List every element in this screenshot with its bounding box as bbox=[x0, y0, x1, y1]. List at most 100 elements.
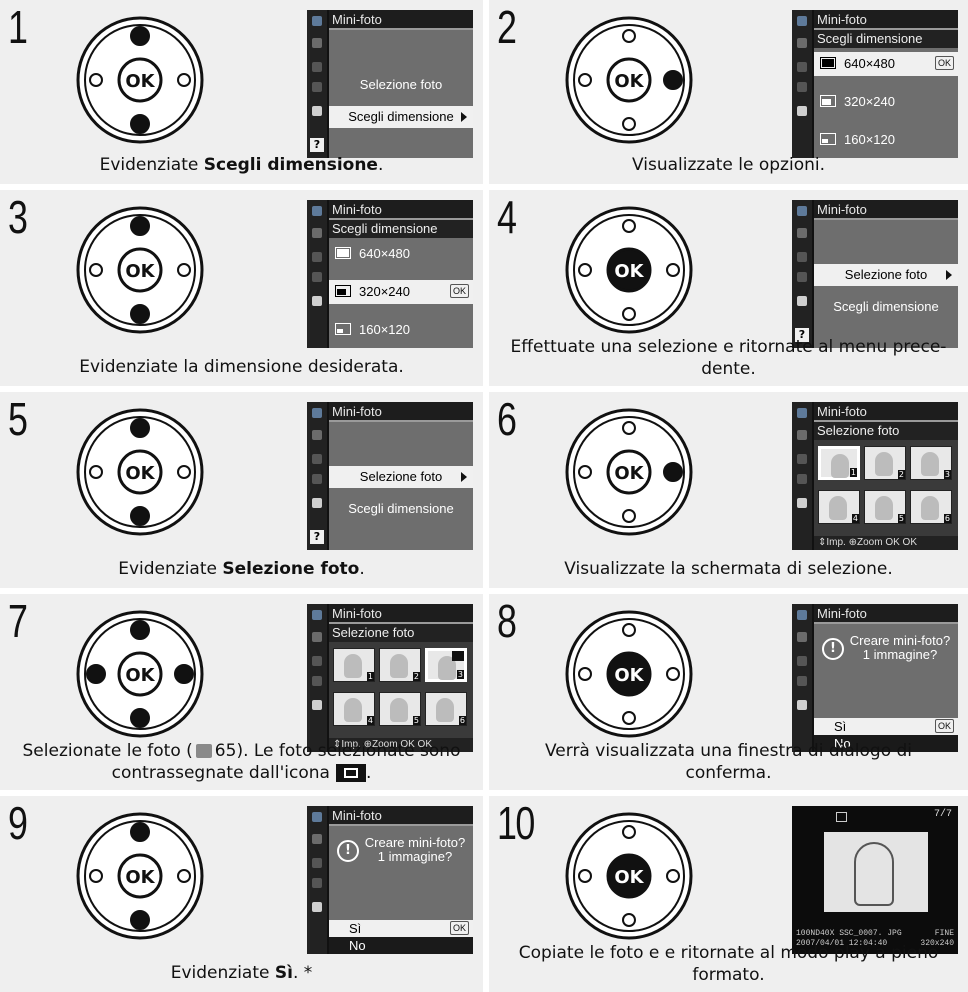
menu-content: Selezione foto Scegli dimensione bbox=[329, 422, 473, 550]
step-number: 10 bbox=[497, 797, 535, 849]
multi-selector-icon: OK bbox=[565, 16, 693, 144]
step-caption: Copiate le foto e e ritornate al modo pl… bbox=[489, 942, 968, 986]
thumbnail[interactable]: 4 bbox=[333, 692, 375, 726]
svg-text:OK: OK bbox=[614, 867, 644, 888]
size-label: 160×120 bbox=[844, 132, 895, 147]
menu-sidebar: ? bbox=[792, 200, 812, 348]
caption-line-2: dente. bbox=[489, 358, 968, 380]
dpad-left-indicator bbox=[89, 73, 103, 87]
menu-item[interactable]: Selezione foto bbox=[329, 466, 473, 488]
thumbnail[interactable]: 5 bbox=[379, 692, 421, 726]
thumbnail-number: 2 bbox=[412, 672, 420, 681]
photo-figure-icon bbox=[344, 654, 362, 678]
dialog-option[interactable]: Sì OK bbox=[814, 718, 958, 735]
setup-menu-icon bbox=[312, 878, 322, 888]
menu-subtitle: Scegli dimensione bbox=[329, 220, 473, 238]
step-caption: Visualizzate le opzioni. bbox=[489, 154, 968, 176]
size-label: 640×480 bbox=[844, 56, 895, 71]
caption-text: Effettuate una selezione e ritornate al … bbox=[510, 337, 947, 357]
dialog-option[interactable]: Sì OK bbox=[329, 920, 473, 937]
svg-text:OK: OK bbox=[614, 463, 644, 484]
step-caption: Evidenziate Selezione foto. bbox=[0, 558, 483, 580]
shooting-menu-icon bbox=[312, 632, 322, 642]
thumbnail[interactable]: 3 bbox=[425, 648, 467, 682]
size-icon bbox=[820, 133, 836, 145]
size-icon bbox=[335, 285, 351, 297]
camera-screen: ? Mini-foto Selezione foto Scegli dimension… bbox=[307, 10, 473, 158]
multi-selector-icon: OK bbox=[565, 812, 693, 940]
dpad-down-indicator bbox=[130, 304, 150, 324]
caption-line-1: Verrà visualizzata una finestra di dialo… bbox=[489, 740, 968, 762]
dialog-option[interactable]: No bbox=[329, 937, 473, 954]
caption-text: Visualizzate le opzioni. bbox=[632, 155, 825, 175]
thumbnail-number: 6 bbox=[943, 514, 951, 523]
dialog-option-label: Sì bbox=[834, 719, 847, 734]
menu-item[interactable]: Selezione foto bbox=[329, 74, 473, 96]
size-option[interactable]: 160×120 bbox=[814, 128, 958, 152]
custom-menu-icon bbox=[312, 656, 322, 666]
thumbnail-number: 1 bbox=[849, 468, 857, 477]
thumbnail[interactable]: 2 bbox=[379, 648, 421, 682]
camera-screen: Mini-foto Selezione foto 1 2 3 4 5 6 ⇕Imp. ⊕Zoom… bbox=[307, 604, 473, 752]
caption-line-1: Selezionate le foto (65). Le foto selezi… bbox=[0, 740, 483, 762]
step-panel-10: 10 OK 7/7 100ND40X SSC_0007. JPG 2007/04/01 … bbox=[489, 796, 968, 992]
setup-menu-icon bbox=[312, 474, 322, 484]
menu-item[interactable]: Scegli dimensione bbox=[329, 106, 473, 128]
custom-menu-icon bbox=[797, 656, 807, 666]
menu-title: Mini-foto bbox=[329, 806, 473, 826]
ok-indicator: OK bbox=[449, 921, 469, 935]
menu-subtitle-text: Selezione foto bbox=[817, 423, 900, 438]
size-option[interactable]: 320×240 bbox=[814, 90, 958, 114]
thumbnail[interactable]: 2 bbox=[864, 446, 906, 480]
menu-item[interactable]: Scegli dimensione bbox=[329, 498, 473, 520]
size-option[interactable]: 640×480 OK bbox=[814, 52, 958, 76]
dpad-down-indicator bbox=[130, 114, 150, 134]
caption-text: conferma. bbox=[685, 763, 772, 783]
menu-subtitle: Selezione foto bbox=[814, 422, 958, 440]
thumbnail[interactable]: 3 bbox=[910, 446, 952, 480]
size-option[interactable]: 320×240 OK bbox=[329, 280, 473, 304]
menu-item[interactable]: Selezione foto bbox=[814, 264, 958, 286]
dialog-content: ! Creare mini-foto? 1 immagine? Sì OK No bbox=[329, 826, 473, 954]
retouch-menu-icon bbox=[312, 498, 322, 508]
menu-content: Selezione foto Scegli dimensione bbox=[329, 30, 473, 158]
custom-menu-icon bbox=[797, 252, 807, 262]
step-number: 5 bbox=[8, 393, 28, 445]
menu-sidebar: ? bbox=[307, 402, 327, 550]
dpad-left-indicator bbox=[578, 73, 592, 87]
submenu-arrow-icon bbox=[461, 472, 467, 482]
step-caption: Evidenziate Scegli dimensione. bbox=[0, 154, 483, 176]
dpad-up-indicator bbox=[130, 26, 150, 46]
submenu-arrow-icon bbox=[461, 112, 467, 122]
custom-menu-icon bbox=[797, 454, 807, 464]
menu-sidebar bbox=[792, 402, 812, 550]
dpad-up-indicator bbox=[622, 825, 636, 839]
svg-text:OK: OK bbox=[125, 867, 155, 888]
menu-title-text: Mini-foto bbox=[332, 202, 382, 217]
step-panel-1: 1 OK? Mini-foto Selezione foto Scegli dimens… bbox=[0, 0, 483, 184]
size-option[interactable]: 640×480 bbox=[329, 242, 473, 266]
step-panel-9: 9 OK Mini-foto! Creare mini-foto? 1 immagin… bbox=[0, 796, 483, 992]
thumbnail[interactable]: 5 bbox=[864, 490, 906, 524]
thumbnail[interactable]: 1 bbox=[818, 446, 860, 480]
small-picture-icon bbox=[335, 764, 366, 782]
menu-item[interactable]: Scegli dimensione bbox=[814, 296, 958, 318]
dialog-message: Creare mini-foto? 1 immagine? bbox=[364, 835, 466, 864]
step-panel-3: 3 OK Mini-foto Scegli dimensione 640×480 320×… bbox=[0, 190, 483, 386]
photo-figure-icon bbox=[921, 452, 939, 476]
photo-figure-icon bbox=[390, 654, 408, 678]
page-reference-icon bbox=[195, 744, 212, 758]
menu-title: Mini-foto bbox=[329, 200, 473, 220]
thumbnail[interactable]: 6 bbox=[425, 692, 467, 726]
thumbnail[interactable]: 4 bbox=[818, 490, 860, 524]
multi-selector-icon: OK bbox=[76, 610, 204, 738]
dpad-right-indicator bbox=[666, 667, 680, 681]
thumbnail[interactable]: 6 bbox=[910, 490, 952, 524]
size-option[interactable]: 160×120 bbox=[329, 318, 473, 342]
photo-figure-icon bbox=[390, 698, 408, 722]
shooting-menu-icon bbox=[797, 38, 807, 48]
thumbnail[interactable]: 1 bbox=[333, 648, 375, 682]
caption-text: Visualizzate la schermata di selezione. bbox=[564, 559, 893, 579]
dpad-left-indicator bbox=[578, 263, 592, 277]
step-panel-4: 4 OK? Mini-foto Selezione foto Scegli dimens… bbox=[489, 190, 968, 386]
